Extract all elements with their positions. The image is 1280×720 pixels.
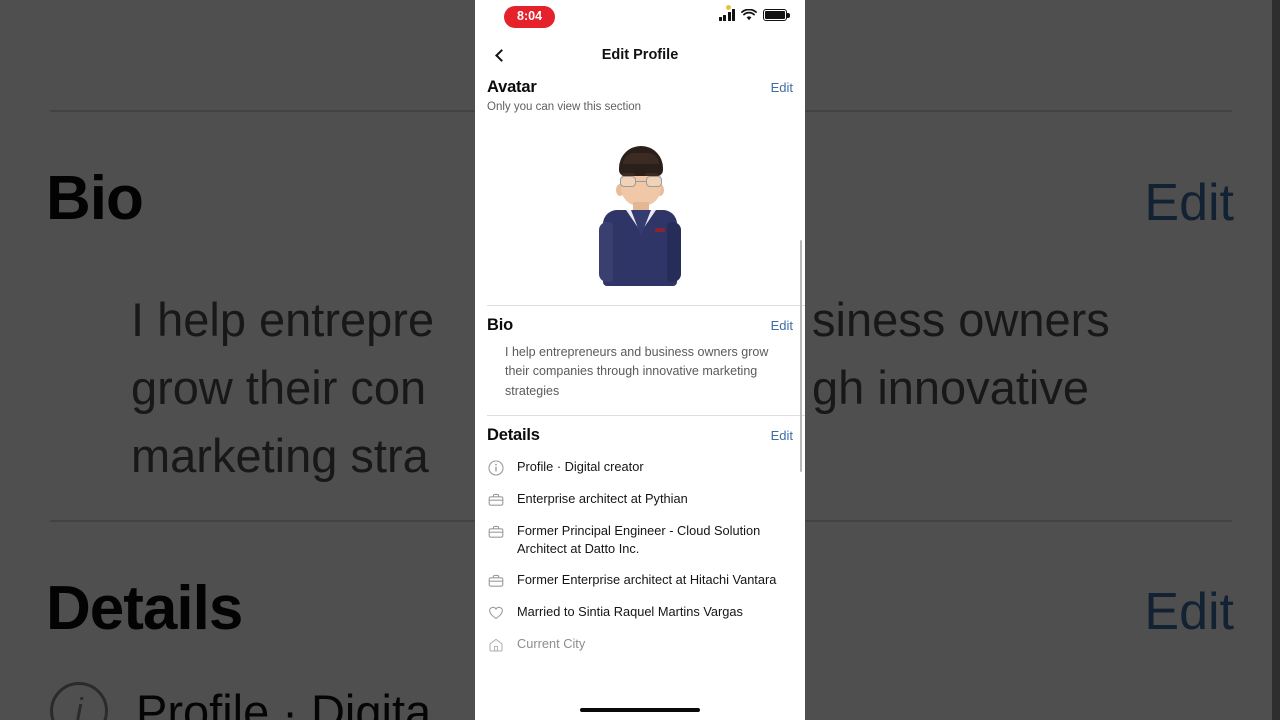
home-icon: [487, 636, 505, 654]
scroll-content[interactable]: Avatar Edit Only you can view this secti…: [475, 76, 805, 720]
battery-full-icon: [763, 9, 790, 21]
background-right-edge: [1272, 0, 1280, 720]
background-detail-row-text: Profile · Digita: [136, 684, 432, 720]
bio-edit-link[interactable]: Edit: [771, 318, 793, 333]
background-details-edit: Edit: [1144, 583, 1234, 641]
detail-row-text: Former Principal Engineer - Cloud Soluti…: [517, 523, 761, 557]
background-bio-text-right: siness owners gh innovative: [812, 293, 1110, 415]
background-detail-row: i Profile · Digita: [50, 682, 431, 720]
background-info-circle-icon: i: [50, 682, 108, 720]
avatar-chest-logo: [655, 228, 665, 232]
details-section-header: Details Edit: [487, 426, 793, 445]
background-bio-heading: Bio: [46, 164, 144, 233]
avatar-glasses: [617, 176, 665, 187]
amber-dot-icon: [726, 5, 731, 10]
avatar-arm-right: [667, 222, 681, 282]
bio-text: I help entrepreneurs and business owners…: [505, 345, 769, 398]
avatar-illustration: [595, 146, 685, 286]
detail-row-text: Married to Sintia Raquel Martins Vargas: [517, 604, 743, 620]
heart-icon: [487, 604, 505, 622]
avatar-section: Avatar Edit Only you can view this secti…: [475, 76, 805, 305]
home-indicator[interactable]: [580, 707, 700, 712]
detail-row-text: Former Enterprise architect at Hitachi V…: [517, 572, 777, 588]
briefcase-icon: [487, 523, 505, 541]
avatar-arm-left: [599, 222, 613, 282]
vertical-scrollbar[interactable]: [799, 240, 802, 472]
details-title: Details: [487, 426, 540, 445]
status-bar: 8:04: [475, 0, 805, 34]
detail-row-profile[interactable]: Profile · Digital creator: [487, 458, 793, 477]
background-bio-edit: Edit: [1144, 174, 1234, 232]
phone-screen: 8:04 Edit Profile Avatar Edit Only you c…: [475, 0, 805, 720]
detail-row-work-former-datto[interactable]: Former Principal Engineer - Cloud Soluti…: [487, 522, 793, 558]
briefcase-icon: [487, 491, 505, 509]
background-details-heading: Details: [46, 574, 243, 643]
avatar-edit-link[interactable]: Edit: [771, 80, 793, 95]
signal-bars-icon: [719, 9, 735, 21]
details-section: Details Edit Profile · Digital creator E…: [475, 416, 805, 654]
bio-title: Bio: [487, 316, 513, 334]
navigation-bar: Edit Profile: [475, 34, 805, 76]
bio-section-header: Bio Edit: [487, 316, 793, 335]
info-circle-icon: [487, 459, 505, 477]
avatar-section-header: Avatar Edit: [487, 78, 793, 97]
avatar-subtitle: Only you can view this section: [487, 101, 642, 113]
details-edit-link[interactable]: Edit: [771, 428, 793, 443]
chevron-left-icon: [495, 48, 508, 62]
detail-row-current-city[interactable]: Current City: [487, 635, 793, 654]
briefcase-icon: [487, 572, 505, 590]
avatar-image-container[interactable]: [487, 127, 793, 305]
status-bar-icons: [719, 5, 790, 21]
avatar-title: Avatar: [487, 78, 537, 96]
page-title: Edit Profile: [601, 47, 679, 63]
detail-row-text: Profile · Digital creator: [517, 459, 644, 475]
detail-row-text: Enterprise architect at Pythian: [517, 491, 688, 507]
detail-row-relationship[interactable]: Married to Sintia Raquel Martins Vargas: [487, 603, 793, 622]
detail-row-text: Current City: [517, 636, 586, 652]
detail-row-work-current[interactable]: Enterprise architect at Pythian: [487, 490, 793, 509]
avatar-hair: [619, 146, 663, 176]
recording-time-pill[interactable]: 8:04: [504, 6, 556, 28]
bio-section: Bio Edit I help entrepreneurs and busine…: [475, 306, 805, 401]
detail-row-work-former-hitachi[interactable]: Former Enterprise architect at Hitachi V…: [487, 571, 793, 590]
back-button[interactable]: [485, 40, 515, 70]
wifi-icon: [741, 9, 757, 21]
background-bio-text: I help entrepre grow their con marketing…: [131, 293, 435, 483]
